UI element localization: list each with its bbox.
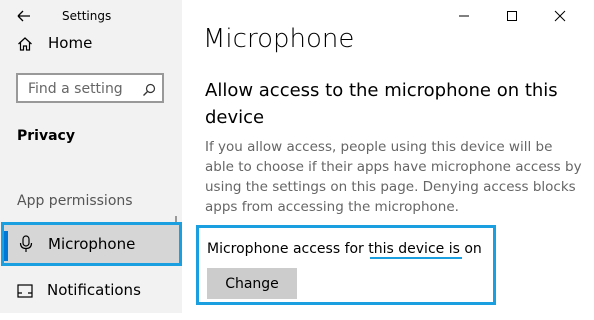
section-title: Privacy	[17, 128, 75, 144]
section-heading: Allow access to the microphone on this d…	[205, 80, 558, 128]
window-controls	[444, 0, 594, 32]
change-button[interactable]: Change	[207, 268, 297, 299]
app-title: Settings	[62, 9, 112, 23]
sidebar-item-label: Notifications	[47, 281, 141, 299]
group-label: App permissions	[17, 193, 133, 209]
maximize-icon	[507, 11, 517, 21]
home-label: Home	[48, 34, 93, 52]
minimize-button[interactable]	[448, 4, 480, 28]
status-underline	[370, 257, 462, 259]
home-nav-item[interactable]: Home	[0, 30, 182, 58]
device-access-panel: Microphone access for this device is on …	[196, 225, 496, 305]
search-input[interactable]: Find a setting	[16, 73, 164, 103]
search-icon[interactable]	[142, 82, 156, 96]
sidebar-item-label: Microphone	[48, 235, 136, 253]
microphone-icon	[18, 235, 34, 253]
description-text: If you allow access, people using this d…	[205, 139, 582, 215]
minimize-icon	[459, 15, 469, 17]
notifications-icon	[17, 283, 33, 301]
close-button[interactable]	[544, 4, 576, 28]
sidebar-item-notifications[interactable]: Notifications	[0, 276, 182, 320]
maximize-button[interactable]	[496, 4, 528, 28]
sidebar: Settings Home Find a setting Privacy App…	[0, 0, 182, 313]
close-icon	[554, 10, 566, 22]
page-title: Microphone	[203, 24, 355, 54]
sidebar-item-microphone[interactable]: Microphone	[1, 222, 182, 266]
home-icon	[17, 36, 33, 52]
search-placeholder: Find a setting	[28, 81, 123, 97]
titlebar-left: Settings	[0, 0, 182, 32]
back-arrow-icon[interactable]	[16, 8, 32, 24]
selected-indicator	[4, 231, 8, 261]
status-text: Microphone access for this device is on	[207, 241, 482, 257]
